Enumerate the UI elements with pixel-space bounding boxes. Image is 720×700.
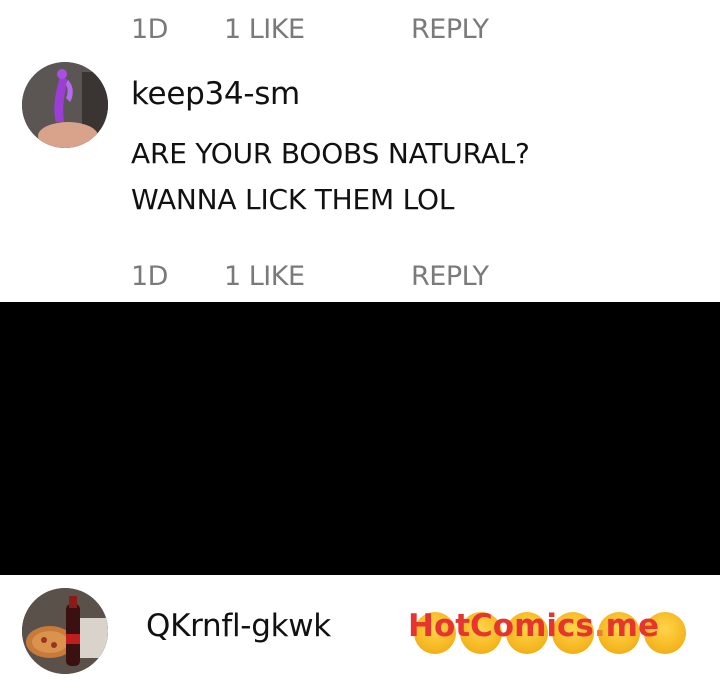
comment-username[interactable]: QKrnfl-gkwk bbox=[146, 606, 331, 646]
censor-block bbox=[0, 302, 720, 575]
watermark: HotComics.me bbox=[408, 604, 659, 648]
watermark-tld: me bbox=[605, 608, 659, 644]
comment-meta-row: 1D 1 LIKE REPLY bbox=[0, 257, 720, 297]
comment-line-1: ARE YOUR BOOBS NATURAL? bbox=[131, 137, 530, 170]
avatar[interactable] bbox=[22, 588, 108, 674]
comment-username[interactable]: keep34-sm bbox=[131, 74, 300, 114]
comment-like-count[interactable]: 1 LIKE bbox=[224, 257, 305, 297]
watermark-dot: . bbox=[593, 608, 606, 644]
comment-meta-row-top: 1D 1 LIKE REPLY bbox=[0, 10, 720, 50]
comment-like-count[interactable]: 1 LIKE bbox=[224, 10, 305, 50]
avatar-purple-toy-icon bbox=[22, 62, 108, 148]
avatar-pizza-bottle-icon bbox=[22, 588, 108, 674]
avatar[interactable] bbox=[22, 62, 108, 148]
reply-button[interactable]: REPLY bbox=[411, 10, 489, 50]
reply-button[interactable]: REPLY bbox=[411, 257, 489, 297]
comment-time: 1D bbox=[131, 261, 168, 292]
watermark-brand: HotComics bbox=[408, 608, 594, 644]
comment-time: 1D bbox=[131, 14, 168, 45]
comment-line-2: WANNA LICK THEM LOL bbox=[131, 183, 455, 216]
